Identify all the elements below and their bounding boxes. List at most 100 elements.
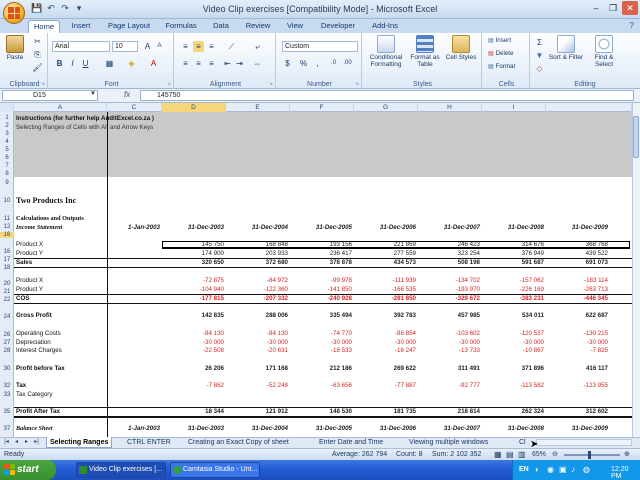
date-cell[interactable]: 31-Dec-2005 [290, 425, 352, 432]
row-header[interactable]: 11 [0, 216, 14, 222]
paste-button[interactable]: Paste [4, 35, 26, 61]
font-size-select[interactable]: 10 [112, 41, 138, 52]
minimize-icon[interactable]: – [588, 1, 604, 15]
language-indicator[interactable]: EN [519, 466, 529, 473]
orientation-icon[interactable]: ⟋ [226, 41, 237, 52]
next-sheet-icon[interactable]: ▸ [22, 438, 31, 445]
value-cell[interactable]: 691 073 [546, 259, 608, 266]
row-label[interactable]: Operating Costs [16, 330, 61, 337]
value-cell[interactable]: 26 206 [162, 365, 224, 372]
number-format-select[interactable]: Custom [282, 41, 358, 52]
row-header[interactable]: 6 [0, 155, 14, 161]
row-header[interactable]: 1 [0, 115, 14, 121]
value-cell[interactable]: -30 000 [290, 339, 352, 346]
value-cell[interactable]: -77 887 [354, 382, 416, 389]
value-cell[interactable]: -113 582 [482, 382, 544, 389]
value-cell[interactable]: -52 248 [226, 382, 288, 389]
value-cell[interactable]: -74 770 [290, 330, 352, 337]
row-header[interactable]: 26 [0, 332, 14, 338]
value-cell[interactable]: 171 168 [226, 365, 288, 372]
row-header[interactable]: 37 [0, 426, 14, 432]
row-header[interactable]: 22 [0, 297, 14, 303]
column-header[interactable]: H [418, 103, 482, 112]
formula-input[interactable]: 145750 [140, 90, 634, 101]
row-header[interactable]: 8 [0, 171, 14, 177]
value-cell[interactable]: 376 949 [482, 250, 544, 257]
find-select-button[interactable]: Find & Select [586, 35, 622, 68]
clock[interactable]: 12:20 PM [611, 466, 640, 480]
underline-icon[interactable]: U [80, 58, 91, 69]
row-header[interactable]: 10 [0, 198, 14, 204]
value-cell[interactable]: 378 878 [290, 259, 352, 266]
zoom-out-icon[interactable]: ⊖ [552, 450, 558, 458]
taskbar-excel[interactable]: Video Clip exercises [... [76, 462, 166, 478]
value-cell[interactable]: 212 186 [290, 365, 352, 372]
row-header[interactable]: 12 [0, 224, 14, 230]
value-cell[interactable]: -13 733 [418, 347, 480, 354]
tab-data[interactable]: Data [206, 20, 236, 33]
value-cell[interactable]: -123 955 [546, 382, 608, 389]
value-cell[interactable]: -7 862 [162, 382, 224, 389]
value-cell[interactable]: 416 117 [546, 365, 608, 372]
date-cell[interactable]: 31-Dec-2007 [418, 224, 480, 231]
date-cell[interactable]: 31-Dec-2007 [418, 425, 480, 432]
zoom-slider[interactable] [564, 454, 620, 456]
date-cell[interactable]: 31-Dec-2003 [162, 224, 224, 231]
value-cell[interactable]: 434 573 [354, 259, 416, 266]
wrap-text-icon[interactable]: ⤶ [252, 41, 263, 52]
value-cell[interactable]: -84 130 [162, 330, 224, 337]
increase-decimal-icon[interactable]: .0 [328, 58, 339, 69]
row-header[interactable]: 32 [0, 383, 14, 389]
fill-icon[interactable]: ▼ [534, 50, 545, 61]
value-cell[interactable]: -157 062 [482, 277, 544, 284]
sheet-tab-exact-copy[interactable]: Creating an Exact Copy of sheet [185, 437, 292, 448]
value-cell[interactable]: -10 867 [482, 347, 544, 354]
conditional-formatting-button[interactable]: Conditional Formatting [366, 35, 406, 68]
close-icon[interactable]: ✕ [622, 1, 638, 15]
value-cell[interactable]: 203 933 [226, 250, 288, 257]
date-cell[interactable]: 31-Dec-2009 [546, 425, 608, 432]
date-cell[interactable]: 31-Dec-2006 [354, 425, 416, 432]
tray-icon[interactable]: ◍ [583, 465, 590, 474]
value-cell[interactable]: 181 735 [354, 408, 416, 415]
tab-review[interactable]: Review [240, 20, 276, 33]
name-box[interactable]: D15 [2, 90, 98, 101]
shrink-font-icon[interactable]: A [154, 41, 165, 52]
row-header[interactable]: 16 [0, 232, 14, 238]
value-cell[interactable]: -166 535 [354, 286, 416, 293]
value-cell[interactable]: -88 854 [354, 330, 416, 337]
value-cell[interactable]: 534 011 [482, 312, 544, 319]
row-label[interactable]: Product Y [16, 286, 43, 293]
tab-developer[interactable]: Developer [314, 20, 362, 33]
row-header[interactable]: 33 [0, 392, 14, 398]
value-cell[interactable]: -193 970 [418, 286, 480, 293]
value-cell[interactable]: -16 247 [354, 347, 416, 354]
value-cell[interactable]: -134 702 [418, 277, 480, 284]
row-label[interactable]: Sales [16, 259, 32, 266]
value-cell[interactable]: -30 000 [482, 339, 544, 346]
value-cell[interactable]: -30 000 [226, 339, 288, 346]
value-cell[interactable]: 269 622 [354, 365, 416, 372]
value-cell[interactable]: -263 713 [546, 286, 608, 293]
value-cell[interactable]: 320 650 [162, 259, 224, 266]
value-cell[interactable]: 622 687 [546, 312, 608, 319]
row-header[interactable]: 35 [0, 409, 14, 415]
copy-icon[interactable]: ⎘ [32, 49, 43, 60]
insert-button[interactable]: ▤ Insert [488, 37, 511, 44]
tray-icon[interactable]: ◐ [535, 465, 540, 474]
value-cell[interactable]: -183 114 [546, 277, 608, 284]
row-header[interactable]: 17 [0, 257, 14, 263]
tab-insert[interactable]: Insert [64, 20, 98, 33]
value-cell[interactable]: -30 000 [418, 339, 480, 346]
value-cell[interactable]: -177 815 [162, 295, 224, 302]
normal-view-icon[interactable]: ▦ [494, 450, 502, 459]
date-cell[interactable]: 31-Dec-2004 [226, 224, 288, 231]
prev-sheet-icon[interactable]: ◂ [12, 438, 21, 445]
date-cell[interactable]: 31-Dec-2005 [290, 224, 352, 231]
row-label[interactable]: Interest Charges [16, 347, 62, 354]
value-cell[interactable]: -111 939 [354, 277, 416, 284]
align-right-icon[interactable]: ≡ [206, 58, 217, 69]
borders-icon[interactable]: ▦ [104, 58, 115, 69]
number-launcher-icon[interactable]: ↘ [355, 81, 359, 87]
select-all-button[interactable] [0, 103, 14, 112]
